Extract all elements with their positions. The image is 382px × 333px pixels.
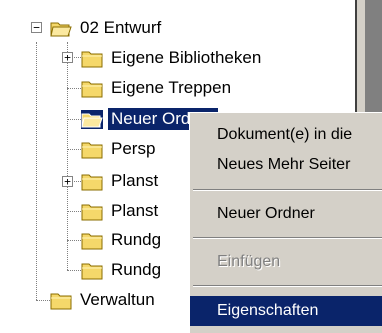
- tree-item-label: Eigene Treppen: [111, 78, 232, 97]
- tree-item-root[interactable]: 02 Entwurf: [50, 13, 164, 43]
- open-folder-icon: [50, 22, 72, 36]
- tree-item-label: Planst: [111, 201, 159, 220]
- tree-line: [36, 42, 37, 300]
- menu-separator: [193, 189, 382, 191]
- folder-icon: [81, 263, 103, 279]
- tree-item-label: Rundg: [111, 260, 162, 279]
- tree-line: [36, 300, 50, 301]
- tree-item-planst-1[interactable]: Planst: [81, 166, 161, 196]
- tree-line: [67, 270, 81, 271]
- tree-line: [67, 88, 81, 89]
- tree-line: [67, 240, 81, 241]
- tree-item-verwaltung[interactable]: Verwaltun: [50, 285, 158, 315]
- tree-item-label: Rundg: [111, 230, 162, 249]
- menu-separator: [193, 237, 382, 239]
- expand-toggle[interactable]: +: [62, 176, 73, 187]
- tree-line: [67, 211, 81, 212]
- expand-toggle[interactable]: +: [62, 52, 73, 63]
- tree-item-label: Planst: [111, 171, 159, 190]
- tree-line: [67, 119, 81, 120]
- tree-item-planst-2[interactable]: Planst: [81, 196, 161, 226]
- tree-line: [67, 42, 68, 270]
- folder-icon: [81, 204, 103, 220]
- tree-item-label: Verwaltun: [80, 290, 155, 309]
- folder-icon: [81, 174, 103, 190]
- folder-icon: [81, 233, 103, 249]
- tree-line: [67, 149, 81, 150]
- tree-item-label: 02 Entwurf: [80, 18, 162, 37]
- open-folder-icon: [81, 109, 103, 129]
- context-menu: Dokument(e) in die Neues Mehr Seiter Neu…: [189, 112, 382, 333]
- menu-item-new-multipage[interactable]: Neues Mehr Seiter: [190, 150, 382, 180]
- folder-icon: [81, 81, 103, 97]
- collapse-toggle[interactable]: −: [31, 22, 42, 33]
- tree-item-rundg-2[interactable]: Rundg: [81, 255, 164, 285]
- folder-icon: [81, 142, 103, 158]
- tree-item-eigene-bibliotheken[interactable]: Eigene Bibliotheken: [81, 43, 264, 73]
- menu-item-document-in[interactable]: Dokument(e) in die: [190, 120, 382, 150]
- menu-separator: [193, 285, 382, 287]
- menu-item-properties[interactable]: Eigenschaften: [190, 296, 382, 326]
- tree-item-rundg-1[interactable]: Rundg: [81, 225, 164, 255]
- folder-icon: [50, 293, 72, 309]
- menu-item-paste: Einfügen: [217, 253, 281, 270]
- tree-item-label: Persp: [111, 139, 156, 158]
- tree-item-eigene-treppen[interactable]: Eigene Treppen: [81, 73, 234, 103]
- tree-item-persp[interactable]: Persp: [81, 134, 158, 164]
- folder-icon: [81, 51, 103, 67]
- tree-item-label: Eigene Bibliotheken: [111, 48, 262, 67]
- menu-item-new-folder[interactable]: Neuer Ordner: [190, 199, 382, 229]
